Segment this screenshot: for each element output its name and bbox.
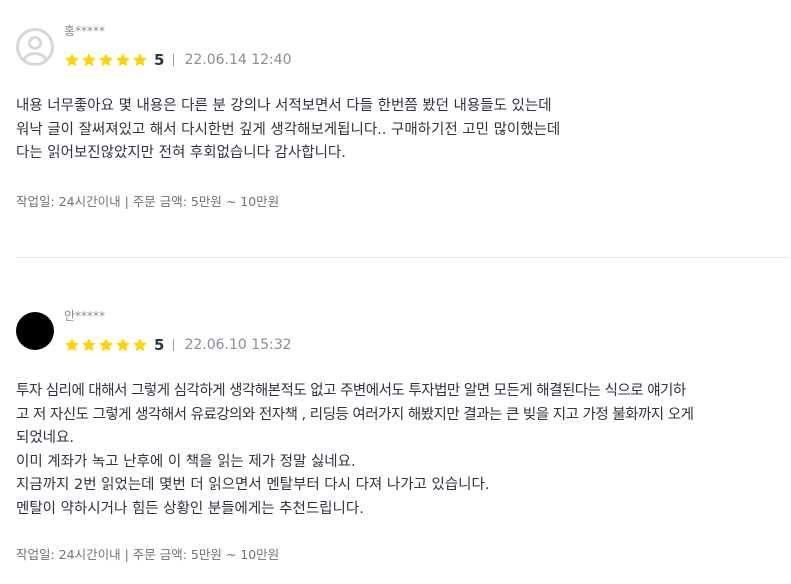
star-icon (99, 53, 113, 67)
review-line: 워낙 글이 잘써져있고 해서 다시한번 깊게 생각해보게됩니다.. 구매하기전 … (16, 121, 561, 138)
rating-row: 5 22.06.10 15:32 (64, 335, 292, 355)
reviewer-name: 홍***** (64, 24, 106, 38)
review-line: 내용 너무좋아요 몇 내용은 다른 분 강의나 서적보면서 다들 한번쯤 봤던 … (16, 98, 552, 114)
rating-score: 5 (154, 51, 165, 69)
review-date: 22.06.10 15:32 (184, 337, 292, 353)
review-divider (16, 257, 790, 258)
star-icon (133, 338, 147, 352)
review-line: 투자 심리에 대해서 그렇게 심각하게 생각해본적도 없고 주변에서도 투자법만… (16, 383, 686, 399)
star-rating (64, 337, 148, 353)
user-avatar (16, 28, 54, 66)
star-icon (133, 53, 147, 67)
review-date: 22.06.14 12:40 (184, 52, 292, 68)
rating-row: 5 22.06.14 12:40 (64, 50, 292, 70)
star-icon (65, 338, 79, 352)
review-text: 투자 심리에 대해서 그렇게 심각하게 생각해본적도 없고 주변에서도 투자법만… (16, 380, 776, 521)
order-meta: 작업일: 24시간이내 | 주문 금액: 5만원 ~ 10만원 (16, 194, 280, 209)
review-text: 내용 너무좋아요 몇 내용은 다른 분 강의나 서적보면서 다들 한번쯤 봤던 … (16, 95, 776, 166)
star-icon (65, 53, 79, 67)
order-meta: 작업일: 24시간이내 | 주문 금액: 5만원 ~ 10만원 (16, 547, 280, 562)
review-line: 다는 읽어보진않았지만 전혀 후회없습니다 감사합니다. (16, 145, 346, 161)
user-avatar (16, 312, 54, 350)
divider (173, 54, 175, 66)
rating-score: 5 (154, 336, 165, 354)
reviewer-name: 안***** (64, 309, 106, 323)
review-line: 되었네요. (16, 430, 74, 446)
review-line: 멘탈이 약하시거나 힘든 상황인 분들에게는 추천드립니다. (16, 500, 364, 517)
divider (173, 339, 175, 351)
star-icon (116, 53, 130, 67)
review-line: 이미 계좌가 녹고 난후에 이 책을 읽는 제가 정말 싫네요. (16, 453, 356, 470)
review-line: 고 저 자신도 그렇게 생각해서 유료강의와 전자책 , 리딩등 여러가지 해봤… (16, 406, 694, 423)
star-icon (82, 338, 96, 352)
review-line: 지금까지 2번 읽었는데 몇번 더 읽으면서 멘탈부터 다시 다져 나가고 있습… (16, 477, 490, 493)
star-icon (116, 338, 130, 352)
star-rating (64, 52, 148, 68)
star-icon (82, 53, 96, 67)
star-icon (99, 338, 113, 352)
